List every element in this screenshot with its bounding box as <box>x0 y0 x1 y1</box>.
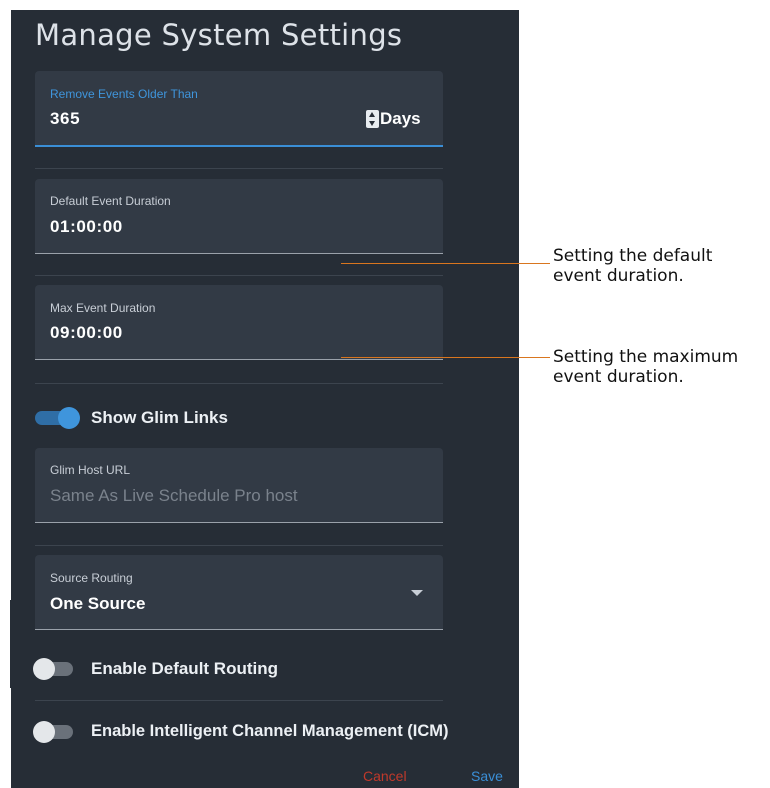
edge-divider <box>10 600 12 688</box>
default-duration-field[interactable]: Default Event Duration 01:00:00 <box>35 179 443 254</box>
toggle-knob <box>33 658 55 680</box>
max-duration-input[interactable]: 09:00:00 <box>50 323 123 343</box>
number-spinner-icon[interactable] <box>366 110 379 128</box>
divider <box>35 275 443 276</box>
callout-default-line-1: Setting the default <box>553 246 713 266</box>
max-duration-field[interactable]: Max Event Duration 09:00:00 <box>35 285 443 360</box>
show-glim-links-label: Show Glim Links <box>91 408 228 427</box>
source-routing-select[interactable]: Source Routing One Source <box>35 555 443 630</box>
enable-icm-label: Enable Intelligent Channel Management (I… <box>91 722 449 740</box>
days-unit-label: Days <box>380 109 421 128</box>
callout-line-max-duration <box>341 357 550 358</box>
remove-events-field[interactable]: Remove Events Older Than 365 Days <box>35 71 443 147</box>
callout-line-default-duration <box>341 263 550 264</box>
callout-max-line-1: Setting the maximum <box>553 347 739 367</box>
divider <box>35 545 443 546</box>
source-routing-label: Source Routing <box>50 571 133 585</box>
glim-host-url-label: Glim Host URL <box>50 463 131 477</box>
enable-icm-toggle[interactable]: Enable Intelligent Channel Management (I… <box>33 718 519 746</box>
toggle-knob <box>58 407 80 429</box>
default-duration-label: Default Event Duration <box>50 194 171 208</box>
max-duration-label: Max Event Duration <box>50 301 156 315</box>
callout-default-line-2: event duration. <box>553 266 684 286</box>
divider <box>35 700 443 701</box>
divider <box>35 168 443 169</box>
remove-events-input[interactable]: 365 <box>50 109 80 129</box>
chevron-down-icon[interactable] <box>411 590 423 596</box>
settings-dialog: Manage System Settings Remove Events Old… <box>11 10 519 788</box>
dialog-title: Manage System Settings <box>35 18 403 52</box>
glim-host-url-input[interactable]: Same As Live Schedule Pro host <box>50 486 298 506</box>
glim-host-url-field[interactable]: Glim Host URL Same As Live Schedule Pro … <box>35 448 443 523</box>
divider <box>35 383 443 384</box>
save-button[interactable]: Save <box>471 768 503 784</box>
enable-default-routing-toggle[interactable]: Enable Default Routing <box>33 655 333 683</box>
remove-events-label: Remove Events Older Than <box>50 87 198 101</box>
toggle-knob <box>33 721 55 743</box>
callout-max-line-2: event duration. <box>553 367 684 387</box>
default-duration-input[interactable]: 01:00:00 <box>50 217 123 237</box>
cancel-button[interactable]: Cancel <box>363 768 407 784</box>
enable-default-routing-label: Enable Default Routing <box>91 659 278 678</box>
source-routing-value: One Source <box>50 594 146 613</box>
show-glim-links-toggle[interactable]: Show Glim Links <box>35 404 295 432</box>
callout-default-duration: Setting the default event duration. <box>553 246 712 286</box>
callout-max-duration: Setting the maximum event duration. <box>553 347 738 387</box>
